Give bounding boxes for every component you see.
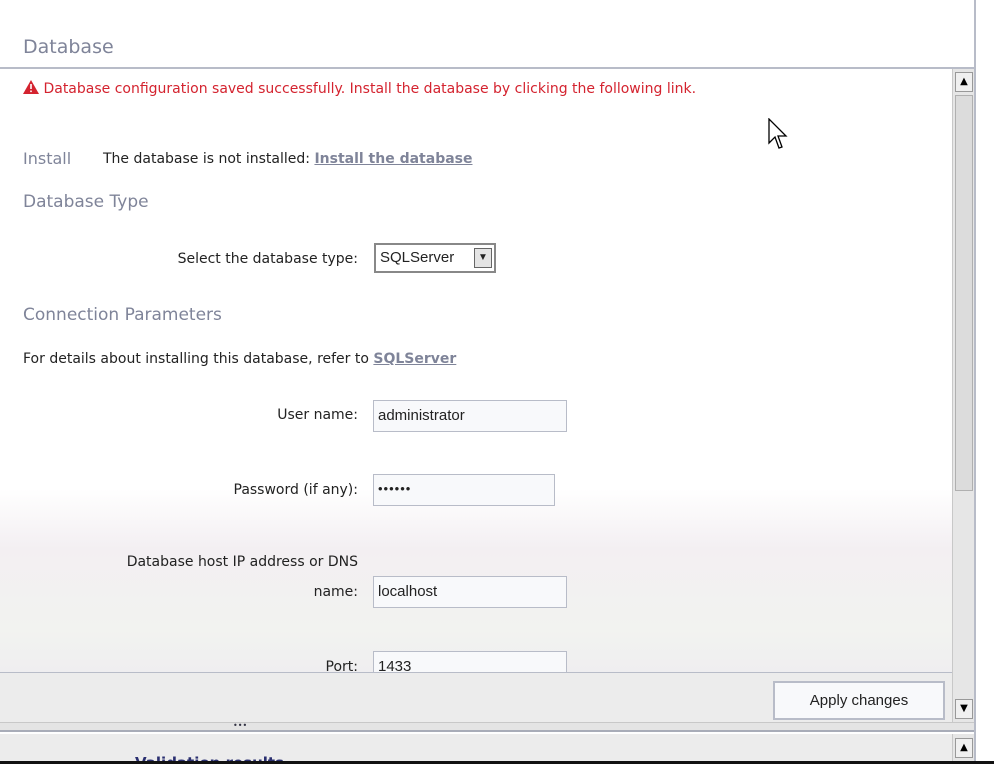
- validation-panel: Validation results: [0, 734, 952, 764]
- host-label-line2: name:: [313, 584, 358, 600]
- scrollbar-thumb[interactable]: [955, 95, 973, 491]
- username-input[interactable]: administrator: [373, 400, 567, 432]
- content-scrollbar[interactable]: ▲ ▼: [952, 69, 974, 722]
- password-input[interactable]: ••••••: [373, 474, 555, 506]
- database-config-panel: Database configuration saved successfull…: [0, 69, 952, 672]
- username-label: User name:: [277, 407, 358, 423]
- scroll-up-icon[interactable]: ▲: [955, 72, 973, 92]
- mouse-cursor-icon: [768, 118, 788, 149]
- connection-heading: Connection Parameters: [23, 305, 222, 325]
- status-message: Database configuration saved successfull…: [23, 80, 696, 97]
- scroll-up-icon[interactable]: ▲: [955, 738, 973, 758]
- validation-scrollbar[interactable]: ▲: [952, 734, 974, 764]
- warning-icon: [23, 80, 39, 94]
- port-label: Port:: [325, 659, 358, 672]
- database-type-select[interactable]: SQLServer ▼: [374, 243, 496, 273]
- page-title: Database: [23, 36, 114, 58]
- status-message-text: Database configuration saved successfull…: [43, 81, 697, 97]
- panel-splitter[interactable]: •••: [0, 722, 974, 732]
- details-text: For details about installing this databa…: [23, 351, 369, 367]
- database-type-value: SQLServer: [380, 249, 455, 266]
- apply-changes-button[interactable]: Apply changes: [773, 681, 945, 720]
- password-label: Password (if any):: [233, 482, 359, 498]
- footer-bar: Apply changes: [0, 672, 952, 722]
- host-input[interactable]: localhost: [373, 576, 567, 608]
- install-status: The database is not installed:: [103, 151, 310, 167]
- scroll-down-icon[interactable]: ▼: [955, 699, 973, 719]
- database-type-label: Select the database type:: [177, 251, 358, 267]
- window-border: [974, 0, 976, 764]
- host-label-line1: Database host IP address or DNS: [126, 554, 358, 570]
- install-label: Install: [23, 149, 72, 168]
- sqlserver-link[interactable]: SQLServer: [373, 351, 456, 367]
- chevron-down-icon[interactable]: ▼: [474, 248, 492, 268]
- install-database-link[interactable]: Install the database: [314, 151, 472, 167]
- database-type-heading: Database Type: [23, 192, 149, 212]
- splitter-grip-icon[interactable]: •••: [233, 721, 247, 730]
- port-input[interactable]: 1433: [373, 651, 567, 672]
